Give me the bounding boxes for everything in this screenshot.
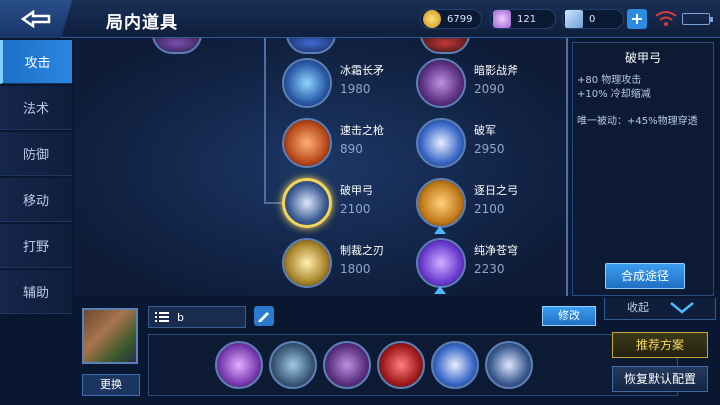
wifi-icon bbox=[655, 11, 677, 26]
detail-attribute: +10% 冷却缩减 bbox=[577, 89, 651, 100]
recharge-plus-button[interactable]: + bbox=[627, 9, 647, 29]
diamond-icon bbox=[493, 10, 511, 28]
pencil-icon bbox=[258, 312, 269, 322]
detail-title: 破甲弓 bbox=[624, 51, 661, 65]
broken-army-icon bbox=[416, 118, 466, 168]
loadout-slots bbox=[148, 334, 678, 396]
item-price: 1980 bbox=[340, 82, 371, 96]
tree-connector bbox=[264, 202, 282, 204]
slot-item-icon[interactable] bbox=[323, 341, 371, 389]
gold-counter: 6799 bbox=[420, 9, 482, 29]
detail-passive: 唯一被动：+45%物理穿透 bbox=[577, 116, 698, 127]
item-price: 2090 bbox=[474, 82, 505, 96]
item-name: 逐日之弓 bbox=[474, 184, 518, 197]
gold-value: 6799 bbox=[447, 13, 473, 25]
item-name: 速击之枪 bbox=[340, 124, 384, 137]
plan-name-value: b bbox=[177, 310, 184, 324]
item-card-selected[interactable]: 破甲弓 2100 bbox=[282, 176, 412, 232]
pure-sky-icon bbox=[416, 238, 466, 288]
item-price: 2100 bbox=[474, 202, 505, 216]
item-card[interactable]: 纯净苍穹 2230 bbox=[416, 236, 546, 292]
change-hero-button[interactable]: 更换 bbox=[82, 374, 140, 396]
sidebar-item-magic[interactable]: 法术 bbox=[0, 86, 72, 130]
ice-spear-icon bbox=[282, 58, 332, 108]
shadow-axe-icon bbox=[416, 58, 466, 108]
item-detail-panel: 破甲弓 +80 物理攻击 +10% 冷却缩减 唯一被动：+45%物理穿透 合成途… bbox=[572, 42, 714, 296]
back-button[interactable] bbox=[0, 0, 72, 38]
item-name: 破军 bbox=[474, 124, 496, 137]
chevron-down-icon bbox=[670, 302, 694, 314]
item-card[interactable]: 速击之枪 890 bbox=[282, 116, 412, 172]
item-name: 破甲弓 bbox=[340, 184, 373, 197]
slot-item-icon[interactable] bbox=[431, 341, 479, 389]
reset-default-button[interactable]: 恢复默认配置 bbox=[612, 366, 708, 392]
sun-bow-icon bbox=[416, 178, 466, 228]
tree-connector bbox=[264, 38, 266, 204]
tree-connector bbox=[566, 38, 568, 296]
build-bar: 更换 b 修改 bbox=[74, 298, 678, 405]
slot-item-icon[interactable] bbox=[485, 341, 533, 389]
coupon-value: 0 bbox=[589, 13, 596, 25]
armor-bow-icon bbox=[282, 178, 332, 228]
item-price: 1800 bbox=[340, 262, 371, 276]
modify-button[interactable]: 修改 bbox=[542, 306, 596, 326]
partial-item-icon[interactable] bbox=[286, 38, 336, 54]
partial-item-icon[interactable] bbox=[152, 38, 202, 54]
item-price: 2230 bbox=[474, 262, 505, 276]
item-price: 2100 bbox=[340, 202, 371, 216]
item-price: 890 bbox=[340, 142, 363, 156]
diamond-counter: 121 bbox=[490, 9, 556, 29]
battery-icon bbox=[682, 13, 713, 25]
item-name: 制裁之刃 bbox=[340, 244, 384, 257]
item-card[interactable]: 冰霜长矛 1980 bbox=[282, 56, 412, 112]
slot-item-icon[interactable] bbox=[269, 341, 317, 389]
item-name: 暗影战斧 bbox=[474, 64, 518, 77]
diamond-value: 121 bbox=[517, 13, 537, 25]
top-bar: 局内道具 6799 121 0 + bbox=[0, 0, 720, 38]
hero-avatar[interactable] bbox=[82, 308, 138, 364]
category-sidebar: 攻击 法术 防御 移动 打野 辅助 bbox=[0, 40, 72, 330]
back-arrow-icon bbox=[20, 9, 51, 29]
slot-item-icon[interactable] bbox=[215, 341, 263, 389]
item-card[interactable]: 暗影战斧 2090 bbox=[416, 56, 546, 112]
collapse-label: 收起 bbox=[627, 301, 649, 314]
coupon-icon bbox=[565, 10, 583, 28]
sanction-blade-icon bbox=[282, 238, 332, 288]
sidebar-item-jungle[interactable]: 打野 bbox=[0, 224, 72, 268]
partial-item-icon[interactable] bbox=[420, 38, 470, 54]
quick-gun-icon bbox=[282, 118, 332, 168]
item-name: 纯净苍穹 bbox=[474, 244, 518, 257]
coupon-counter: 0 bbox=[562, 9, 624, 29]
sidebar-item-support[interactable]: 辅助 bbox=[0, 270, 72, 314]
sidebar-item-attack[interactable]: 攻击 bbox=[0, 40, 72, 84]
slot-item-icon[interactable] bbox=[377, 341, 425, 389]
sidebar-item-defense[interactable]: 防御 bbox=[0, 132, 72, 176]
edit-pencil-button[interactable] bbox=[254, 306, 274, 326]
list-icon bbox=[155, 312, 169, 322]
detail-attribute: +80 物理攻击 bbox=[577, 75, 642, 86]
upgrade-arrow-icon bbox=[434, 286, 446, 294]
upgrade-arrow-icon bbox=[434, 226, 446, 234]
collapse-button[interactable]: 收起 bbox=[604, 298, 716, 320]
recommended-build-button[interactable]: 推荐方案 bbox=[612, 332, 708, 358]
item-card[interactable]: 逐日之弓 2100 bbox=[416, 176, 546, 232]
sidebar-item-movement[interactable]: 移动 bbox=[0, 178, 72, 222]
compose-path-button[interactable]: 合成途径 bbox=[605, 263, 685, 289]
plan-name-input[interactable]: b bbox=[148, 306, 246, 328]
item-card[interactable]: 破军 2950 bbox=[416, 116, 546, 172]
gold-coin-icon bbox=[423, 10, 441, 28]
item-price: 2950 bbox=[474, 142, 505, 156]
item-grid-panel: 冰霜长矛 1980 暗影战斧 2090 速击之枪 890 破军 2950 破甲弓… bbox=[74, 38, 570, 296]
item-card[interactable]: 制裁之刃 1800 bbox=[282, 236, 412, 292]
page-title: 局内道具 bbox=[106, 13, 178, 33]
item-name: 冰霜长矛 bbox=[340, 64, 384, 77]
